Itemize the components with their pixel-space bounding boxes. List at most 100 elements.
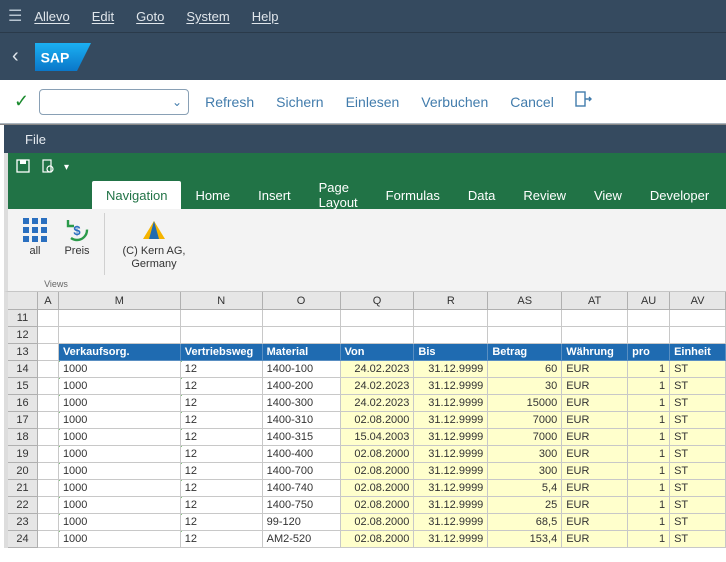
table-cell[interactable]: 1000: [59, 463, 181, 480]
table-cell[interactable]: ST: [670, 378, 726, 395]
row-header[interactable]: 22: [8, 497, 38, 514]
table-cell[interactable]: 1000: [59, 412, 181, 429]
row-header[interactable]: 19: [8, 446, 38, 463]
row-header[interactable]: 21: [8, 480, 38, 497]
table-header-cell[interactable]: Währung: [562, 344, 628, 361]
table-header-cell[interactable]: Vertriebsweg: [181, 344, 263, 361]
table-cell[interactable]: 99-120: [263, 514, 341, 531]
qat-dropdown-icon[interactable]: ▾: [64, 162, 69, 173]
table-cell[interactable]: 15.04.2003: [341, 429, 415, 446]
table-cell[interactable]: 1400-740: [263, 480, 341, 497]
row-header[interactable]: 23: [8, 514, 38, 531]
table-cell[interactable]: 02.08.2000: [341, 514, 415, 531]
ribbon-btn-all[interactable]: all: [16, 213, 54, 262]
table-cell[interactable]: 31.12.9999: [414, 378, 488, 395]
column-header[interactable]: N: [181, 292, 263, 309]
table-cell[interactable]: 12: [181, 480, 263, 497]
table-cell[interactable]: [38, 361, 59, 378]
table-cell[interactable]: [488, 310, 562, 327]
table-cell[interactable]: [38, 429, 59, 446]
table-cell[interactable]: ST: [670, 446, 726, 463]
ribbon-tab-view[interactable]: View: [580, 181, 636, 209]
table-cell[interactable]: EUR: [562, 480, 628, 497]
table-cell[interactable]: EUR: [562, 412, 628, 429]
table-cell[interactable]: [59, 310, 181, 327]
table-cell[interactable]: 1400-315: [263, 429, 341, 446]
table-cell[interactable]: ST: [670, 395, 726, 412]
table-cell[interactable]: [38, 378, 59, 395]
table-cell[interactable]: [628, 310, 670, 327]
table-cell[interactable]: 31.12.9999: [414, 395, 488, 412]
table-cell[interactable]: 31.12.9999: [414, 412, 488, 429]
table-cell[interactable]: 1: [628, 395, 670, 412]
table-cell[interactable]: EUR: [562, 429, 628, 446]
exit-icon[interactable]: [574, 90, 592, 113]
table-cell[interactable]: [562, 310, 628, 327]
table-cell[interactable]: 12: [181, 395, 263, 412]
table-cell[interactable]: 5,4: [488, 480, 562, 497]
table-cell[interactable]: 31.12.9999: [414, 514, 488, 531]
table-cell[interactable]: 1000: [59, 480, 181, 497]
ribbon-tab-data[interactable]: Data: [454, 181, 509, 209]
table-cell[interactable]: 1: [628, 429, 670, 446]
table-cell[interactable]: ST: [670, 497, 726, 514]
table-cell[interactable]: ST: [670, 480, 726, 497]
hamburger-icon[interactable]: ☰: [8, 6, 22, 26]
table-cell[interactable]: 1400-750: [263, 497, 341, 514]
back-icon[interactable]: ‹: [12, 45, 19, 68]
table-header-cell[interactable]: Bis: [414, 344, 488, 361]
table-cell[interactable]: 12: [181, 497, 263, 514]
table-cell[interactable]: 1400-300: [263, 395, 341, 412]
table-cell[interactable]: 7000: [488, 412, 562, 429]
table-cell[interactable]: 1: [628, 412, 670, 429]
column-header[interactable]: A: [38, 292, 59, 309]
table-cell[interactable]: 15000: [488, 395, 562, 412]
table-cell[interactable]: ST: [670, 429, 726, 446]
table-cell[interactable]: [341, 310, 415, 327]
table-cell[interactable]: 1: [628, 514, 670, 531]
table-cell[interactable]: [628, 327, 670, 344]
table-cell[interactable]: 31.12.9999: [414, 480, 488, 497]
table-cell[interactable]: 31.12.9999: [414, 463, 488, 480]
row-header[interactable]: 20: [8, 463, 38, 480]
table-cell[interactable]: 1000: [59, 429, 181, 446]
row-header[interactable]: 12: [8, 327, 38, 344]
table-cell[interactable]: 12: [181, 429, 263, 446]
column-header[interactable]: AV: [670, 292, 726, 309]
column-header[interactable]: M: [59, 292, 181, 309]
table-cell[interactable]: 31.12.9999: [414, 497, 488, 514]
table-cell[interactable]: 1000: [59, 378, 181, 395]
table-cell[interactable]: 1: [628, 463, 670, 480]
table-cell[interactable]: [38, 531, 59, 548]
print-preview-icon[interactable]: [40, 159, 54, 176]
table-header-cell[interactable]: Betrag: [488, 344, 562, 361]
row-header[interactable]: 14: [8, 361, 38, 378]
ribbon-btn-kern[interactable]: (C) Kern AG, Germany: [113, 213, 195, 275]
transaction-combo[interactable]: ⌄: [39, 89, 189, 115]
excel-file-menu[interactable]: File: [4, 125, 726, 153]
table-header-cell[interactable]: pro: [628, 344, 670, 361]
refresh-button[interactable]: Refresh: [199, 94, 260, 110]
table-cell[interactable]: 1: [628, 378, 670, 395]
table-cell[interactable]: 1400-200: [263, 378, 341, 395]
table-cell[interactable]: 02.08.2000: [341, 412, 415, 429]
column-header[interactable]: AU: [628, 292, 670, 309]
table-cell[interactable]: 12: [181, 446, 263, 463]
table-cell[interactable]: 1000: [59, 361, 181, 378]
table-cell[interactable]: 1400-400: [263, 446, 341, 463]
column-header[interactable]: AT: [562, 292, 628, 309]
table-cell[interactable]: 02.08.2000: [341, 480, 415, 497]
table-cell[interactable]: EUR: [562, 361, 628, 378]
table-cell[interactable]: [38, 497, 59, 514]
table-cell[interactable]: EUR: [562, 497, 628, 514]
table-cell[interactable]: EUR: [562, 395, 628, 412]
table-cell[interactable]: 1400-100: [263, 361, 341, 378]
row-header[interactable]: 18: [8, 429, 38, 446]
table-cell[interactable]: [59, 327, 181, 344]
table-cell[interactable]: ST: [670, 514, 726, 531]
table-cell[interactable]: EUR: [562, 446, 628, 463]
table-cell[interactable]: 12: [181, 361, 263, 378]
table-cell[interactable]: [38, 310, 59, 327]
table-cell[interactable]: [38, 327, 59, 344]
table-cell[interactable]: 1000: [59, 497, 181, 514]
